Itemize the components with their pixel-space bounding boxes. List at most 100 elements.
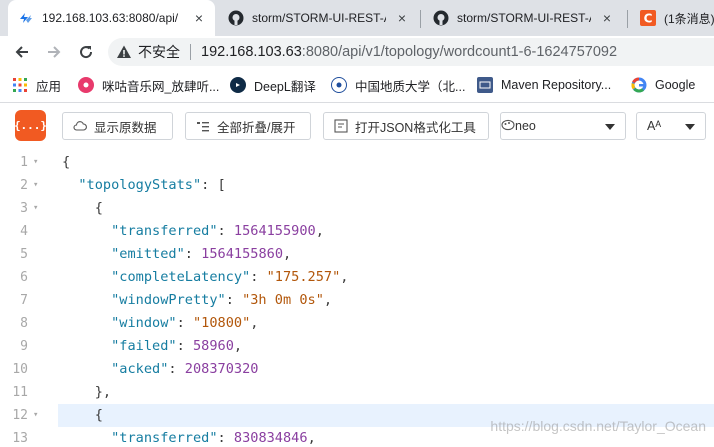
code-text: { [62, 407, 103, 423]
browser-toolbar: 不安全 192.168.103.63 :8080/api/v1/topology… [0, 36, 714, 68]
bookmark-label: 咪咕音乐网_放肆听... [102, 79, 220, 94]
back-arrow-icon[interactable] [10, 40, 34, 64]
code-line: 2 ▾ "topologyStats": [ [0, 174, 714, 197]
warning-triangle-icon[interactable] [116, 44, 132, 60]
reload-icon[interactable] [74, 40, 98, 64]
github-icon [433, 10, 449, 26]
close-tab-icon[interactable]: × [191, 10, 207, 26]
code-text: "completeLatency": "175.257", [111, 269, 349, 285]
line-number: 13 [12, 431, 28, 446]
fold-icon [196, 119, 210, 133]
tab-csdn[interactable]: C (1条消息) [630, 0, 714, 36]
url-host: 192.168.103.63 [201, 44, 302, 60]
code-text: "transferred": 1564155900, [111, 223, 324, 239]
line-number: 12 [12, 408, 28, 423]
external-tool-icon [334, 119, 348, 133]
theme-value: neo [515, 119, 536, 133]
url-path: :8080/api/v1/topology/wordcount1-6-16247… [301, 44, 618, 60]
code-text: "acked": 208370320 [111, 361, 259, 377]
code-line: 4 "transferred": 1564155900, [0, 220, 714, 243]
show-raw-button[interactable]: 显示原数据 [62, 112, 173, 140]
omnibox-divider [190, 44, 191, 60]
json-viewer-logo[interactable]: {...} [14, 110, 47, 141]
fold-toggle-icon[interactable]: ▾ [33, 151, 38, 174]
line-number: 2 [20, 178, 28, 193]
csdn-icon: C [640, 10, 656, 26]
tab-api-topology[interactable]: 192.168.103.63:8080/api/ × [8, 0, 215, 36]
code-text: "failed": 58960, [111, 338, 243, 354]
code-text: "topologyStats": [ [78, 177, 226, 193]
code-text: { [62, 200, 103, 216]
bookmarks-bar: 应用 咪咕音乐网_放肆听... DeepL翻译 中国地质大学（北... Mave… [0, 68, 714, 103]
font-size-select[interactable]: Aᴬ [636, 112, 706, 140]
open-json-tool-label: 打开JSON格式化工具 [355, 120, 476, 135]
code-line: 11 }, [0, 381, 714, 404]
fold-all-label: 全部折叠/展开 [217, 120, 296, 135]
json-viewer-toolbar: {...} 显示原数据 全部折叠/展开 打开JSON格式化工具 neo Aᴬ [0, 103, 714, 147]
tab-separator [627, 10, 628, 28]
code-text: "windowPretty": "3h 0m 0s", [111, 292, 333, 308]
bookmark-maven[interactable]: Maven Repository... [477, 76, 611, 94]
line-number: 11 [12, 385, 28, 400]
tab-storm-rest-2[interactable]: storm/STORM-UI-REST-A × [423, 0, 623, 36]
bookmark-cugb[interactable]: 中国地质大学（北... [331, 76, 465, 94]
tab-title: storm/STORM-UI-REST-A [457, 11, 591, 25]
bookmark-label: Google [655, 78, 696, 92]
tab-title: storm/STORM-UI-REST-A [252, 11, 386, 25]
fold-toggle-icon[interactable]: ▾ [33, 197, 38, 220]
code-text: "transferred": 830834846, [111, 430, 316, 446]
tab-title: 192.168.103.63:8080/api/ [42, 11, 179, 25]
code-line: 5 "emitted": 1564155860, [0, 243, 714, 266]
line-number: 4 [20, 224, 28, 239]
open-json-tool-button[interactable]: 打开JSON格式化工具 [323, 112, 489, 140]
fold-toggle-icon[interactable]: ▾ [33, 404, 38, 427]
code-line: 6 "completeLatency": "175.257", [0, 266, 714, 289]
line-number: 7 [20, 293, 28, 308]
not-secure-label[interactable]: 不安全 [138, 42, 180, 62]
line-number: 9 [20, 339, 28, 354]
bookmark-label: Maven Repository... [501, 78, 612, 92]
code-line: 3 ▾ { [0, 197, 714, 220]
watermark: https://blog.csdn.net/Taylor_Ocean [490, 418, 706, 434]
github-icon [228, 10, 244, 26]
storm-favicon-icon [18, 10, 34, 26]
code-line: 10 "acked": 208370320 [0, 358, 714, 381]
show-raw-label: 显示原数据 [94, 120, 157, 135]
cloud-icon [73, 119, 87, 133]
bookmark-google[interactable]: Google [631, 76, 695, 94]
bookmark-migu[interactable]: 咪咕音乐网_放肆听... [78, 76, 219, 94]
line-number: 1 [20, 155, 28, 170]
google-icon [631, 77, 647, 93]
line-number: 8 [20, 316, 28, 331]
font-size-value: Aᴬ [647, 119, 662, 133]
maven-icon [477, 77, 493, 93]
line-number: 5 [20, 247, 28, 262]
fold-all-button[interactable]: 全部折叠/展开 [185, 112, 311, 140]
line-number: 6 [20, 270, 28, 285]
bookmark-apps[interactable]: 应用 [12, 76, 61, 94]
tab-separator [420, 10, 421, 28]
forward-arrow-icon[interactable] [42, 40, 66, 64]
code-line: 8 "window": "10800", [0, 312, 714, 335]
bookmark-label: 中国地质大学（北... [355, 79, 466, 94]
close-tab-icon[interactable]: × [599, 10, 615, 26]
tab-storm-rest-1[interactable]: storm/STORM-UI-REST-A × [218, 0, 418, 36]
fold-toggle-icon[interactable]: ▾ [33, 174, 38, 197]
tab-title: (1条消息) [664, 11, 714, 26]
code-line: 9 "failed": 58960, [0, 335, 714, 358]
bookmark-label: DeepL翻译 [254, 79, 316, 94]
code-text: }, [62, 384, 112, 400]
code-line: 7 "windowPretty": "3h 0m 0s", [0, 289, 714, 312]
migu-icon [78, 77, 94, 93]
palette-icon [501, 119, 515, 134]
university-icon [331, 77, 347, 93]
code-text: "window": "10800", [111, 315, 259, 331]
close-tab-icon[interactable]: × [394, 10, 410, 26]
theme-select[interactable]: neo [500, 112, 626, 140]
code-line: 1 ▾ { [0, 151, 714, 174]
bookmark-deepl[interactable]: DeepL翻译 [230, 76, 316, 94]
svg-text:C: C [644, 12, 653, 26]
json-code-view[interactable]: 1 ▾ {2 ▾ "topologyStats": [3 ▾ {4 "transferr… [0, 148, 714, 447]
bookmark-label: 应用 [36, 79, 62, 94]
address-bar[interactable]: 不安全 192.168.103.63 :8080/api/v1/topology… [108, 38, 714, 66]
